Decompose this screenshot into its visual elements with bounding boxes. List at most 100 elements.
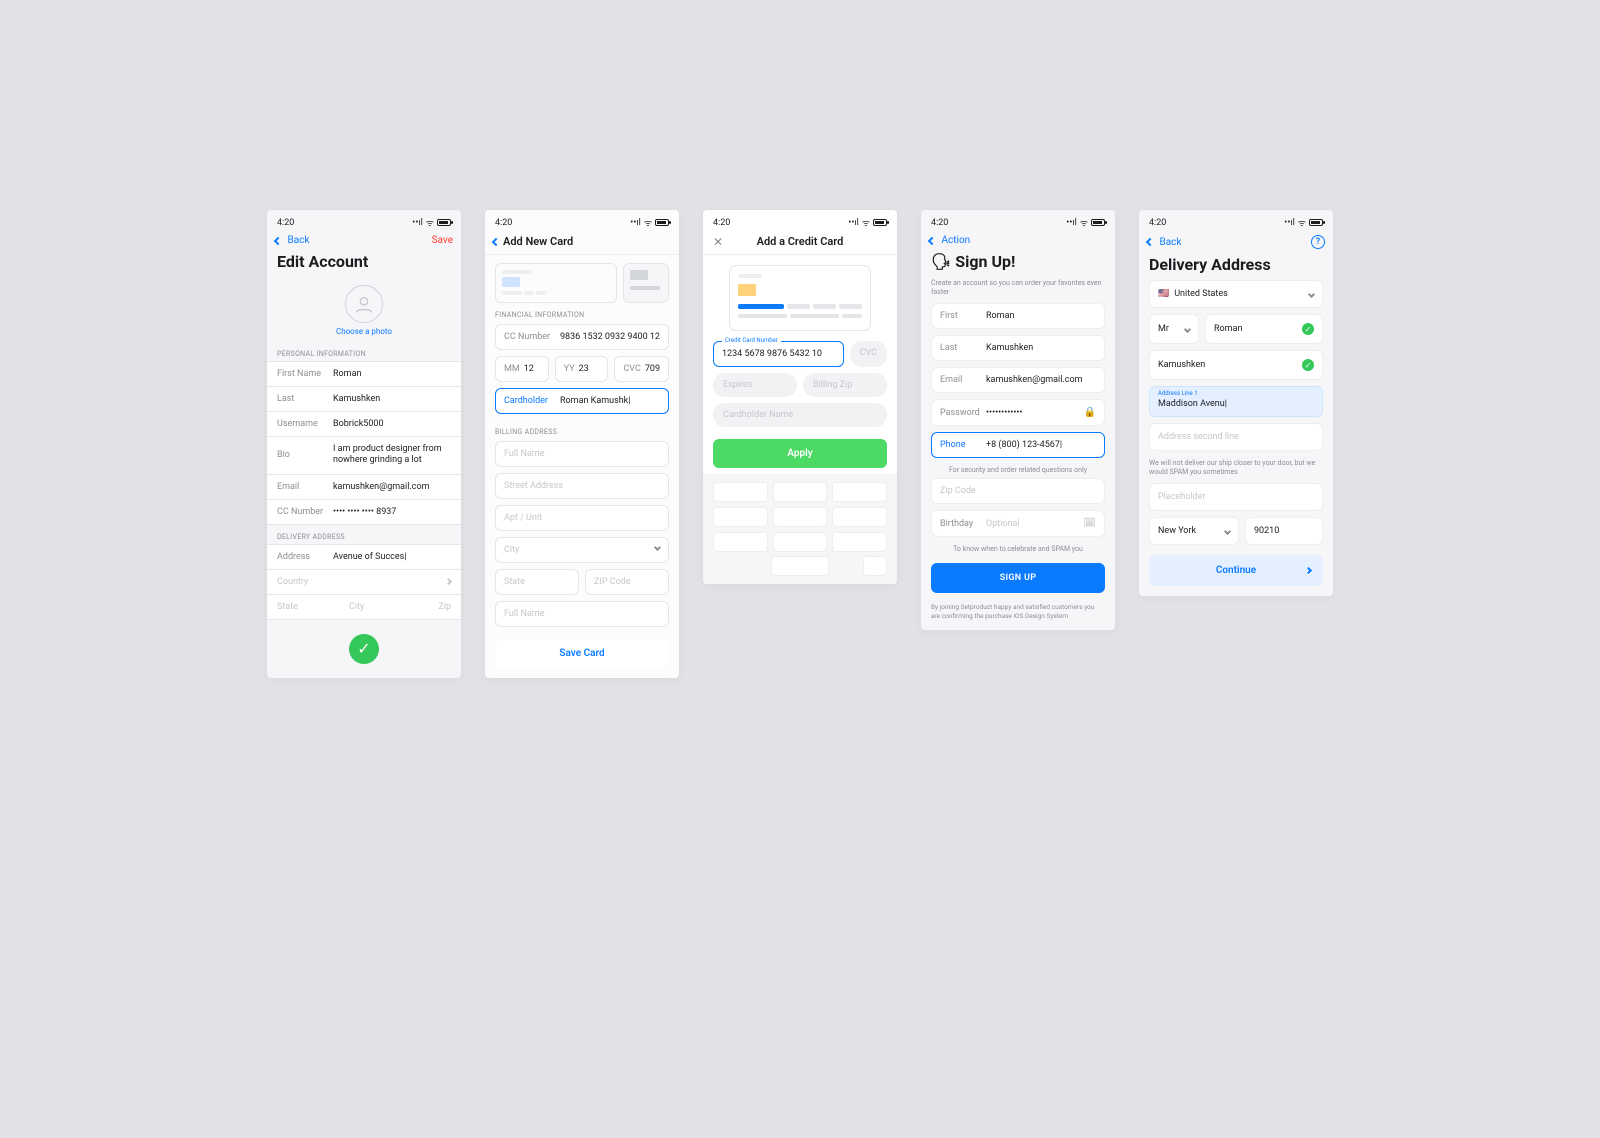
page-title: Delivery Address (1139, 255, 1333, 280)
last-name-input[interactable]: Kamushken✓ (1149, 350, 1323, 380)
cvc-input[interactable]: CVC (850, 341, 887, 367)
save-button[interactable]: Save (432, 235, 453, 246)
status-bar: 4:20 ••ılᯤ (921, 210, 1115, 231)
status-bar: 4:20 ••ılᯤ (703, 210, 897, 231)
status-time: 4:20 (277, 218, 294, 228)
last-name-row[interactable]: LastKamushken (267, 386, 461, 411)
section-personal: PERSONAL INFORMATION (267, 342, 461, 361)
cc-number-row[interactable]: CC Number•••• •••• •••• 8937 (267, 499, 461, 525)
yy-input[interactable]: YY23 (555, 356, 609, 382)
state-city-zip-row[interactable]: State City Zip (267, 594, 461, 620)
cardholder-input[interactable]: Cardholder Name (713, 403, 887, 427)
action-button[interactable]: Action (929, 235, 970, 246)
status-bar: 4:20 ••ılᯤ (1139, 210, 1333, 231)
nav-bar: Action (921, 231, 1115, 252)
card-preview (495, 263, 617, 303)
chevron-down-icon (654, 544, 661, 551)
phone-add-new-card: 4:20 ••ılᯤ Add New Card FINANCIAL INFORM… (485, 210, 679, 678)
card-preview-carousel[interactable] (485, 255, 679, 303)
country-row[interactable]: Country (267, 569, 461, 594)
zip-input[interactable]: ZIP Code (585, 569, 669, 595)
key[interactable] (713, 532, 768, 552)
phone-input[interactable]: Phone+8 (800) 123-4567| (931, 432, 1105, 458)
key[interactable] (832, 482, 887, 502)
back-button[interactable]: Add New Card (493, 235, 573, 248)
nav-bar: ✕ Add a Credit Card (703, 231, 897, 255)
zip-input[interactable]: 90210 (1245, 517, 1323, 545)
placeholder-input[interactable]: Placeholder (1149, 483, 1323, 511)
key[interactable] (713, 507, 768, 527)
chevron-left-icon (492, 237, 500, 245)
avatar-placeholder[interactable] (345, 285, 383, 323)
phone-signup: 4:20 ••ılᯤ Action 🗣 Sign Up! Create an a… (921, 210, 1115, 630)
full-name-2-input[interactable]: Full Name (495, 601, 669, 627)
nav-title: Add a Credit Card (757, 235, 844, 248)
numeric-keyboard (703, 474, 897, 556)
backspace-key[interactable] (863, 556, 887, 576)
bday-hint: To know when to celebrate and SPAM you (921, 543, 1115, 557)
apt-input[interactable]: Apt / Unit (495, 505, 669, 531)
cc-number-input[interactable]: Credit Card Number 1234 5678 9876 5432 1… (713, 341, 844, 367)
chevron-left-icon (1146, 238, 1154, 246)
birthday-input[interactable]: BirthdayOptional🗓 (931, 510, 1105, 537)
confirm-button[interactable]: ✓ (349, 634, 379, 664)
full-name-input[interactable]: Full Name (495, 441, 669, 467)
cc-number-input[interactable]: CC Number9836 1532 0932 9400 12 (495, 324, 669, 350)
address-row[interactable]: AddressAvenue of Succes| (267, 544, 461, 569)
city-select[interactable]: City (495, 537, 669, 563)
email-input[interactable]: Emailkamushken@gmail.com (931, 367, 1105, 393)
key[interactable] (832, 532, 887, 552)
password-input[interactable]: Password••••••••••••🔒 (931, 399, 1105, 426)
key-zero[interactable] (771, 556, 828, 576)
country-select[interactable]: 🇺🇸 United States (1149, 280, 1323, 308)
apply-button[interactable]: Apply (713, 439, 887, 468)
key[interactable] (773, 482, 828, 502)
first-name-row[interactable]: First NameRoman (267, 361, 461, 386)
chevron-down-icon (1308, 290, 1315, 297)
address1-input[interactable]: Address Line 1 Maddison Avenu| (1149, 386, 1323, 417)
page-title: 🗣 Sign Up! (921, 252, 1115, 277)
billing-zip-input[interactable]: Billing Zip (803, 373, 887, 397)
title-select[interactable]: Mr (1149, 314, 1199, 344)
close-button[interactable]: ✕ (713, 235, 723, 249)
mm-input[interactable]: MM12 (495, 356, 549, 382)
status-bar: 4:20 ••ılᯤ (485, 210, 679, 231)
email-row[interactable]: Emailkamushken@gmail.com (267, 474, 461, 499)
back-button[interactable]: Back (1147, 237, 1181, 248)
chevron-left-icon (274, 236, 282, 244)
last-input[interactable]: LastKamushken (931, 335, 1105, 361)
phone-delivery: 4:20 ••ılᯤ Back ? Delivery Address 🇺🇸 Un… (1139, 210, 1333, 596)
continue-button[interactable]: Continue (1149, 555, 1323, 586)
bio-row[interactable]: BioI am product designer from nowhere gr… (267, 436, 461, 474)
street-input[interactable]: Street Address (495, 473, 669, 499)
choose-photo-link[interactable]: Choose a photo (267, 327, 461, 342)
key[interactable] (713, 482, 768, 502)
check-icon: ✓ (1302, 359, 1314, 371)
state-input[interactable]: State (495, 569, 579, 595)
page-title: Edit Account (267, 252, 461, 277)
phone-add-credit-card: 4:20 ••ılᯤ ✕ Add a Credit Card Credit Ca… (703, 210, 897, 584)
city-select[interactable]: New York (1149, 517, 1239, 545)
cardholder-input[interactable]: CardholderRoman Kamushk| (495, 388, 669, 414)
help-button[interactable]: ? (1311, 235, 1325, 249)
key[interactable] (773, 507, 828, 527)
expires-input[interactable]: Expires (713, 373, 797, 397)
section-billing: BILLING ADDRESS (485, 420, 679, 439)
nav-bar: Add New Card (485, 231, 679, 255)
save-card-button[interactable]: Save Card (495, 639, 669, 668)
nav-bar: Back ? (1139, 231, 1333, 255)
key[interactable] (832, 507, 887, 527)
first-name-input[interactable]: Roman✓ (1205, 314, 1323, 344)
nav-bar: Back Save (267, 231, 461, 252)
cvc-input[interactable]: CVC709 (614, 356, 669, 382)
first-input[interactable]: FirstRoman (931, 303, 1105, 329)
back-button[interactable]: Back (275, 235, 309, 246)
status-bar: 4:20 ••ılᯤ (267, 210, 461, 231)
zip-input[interactable]: Zip Code (931, 478, 1105, 504)
key[interactable] (773, 532, 828, 552)
flag-icon: 🇺🇸 (1158, 289, 1169, 299)
address2-input[interactable]: Address second line (1149, 423, 1323, 451)
check-icon: ✓ (1302, 323, 1314, 335)
signup-button[interactable]: SIGN UP (931, 563, 1105, 593)
username-row[interactable]: UsernameBobrick5000 (267, 411, 461, 436)
